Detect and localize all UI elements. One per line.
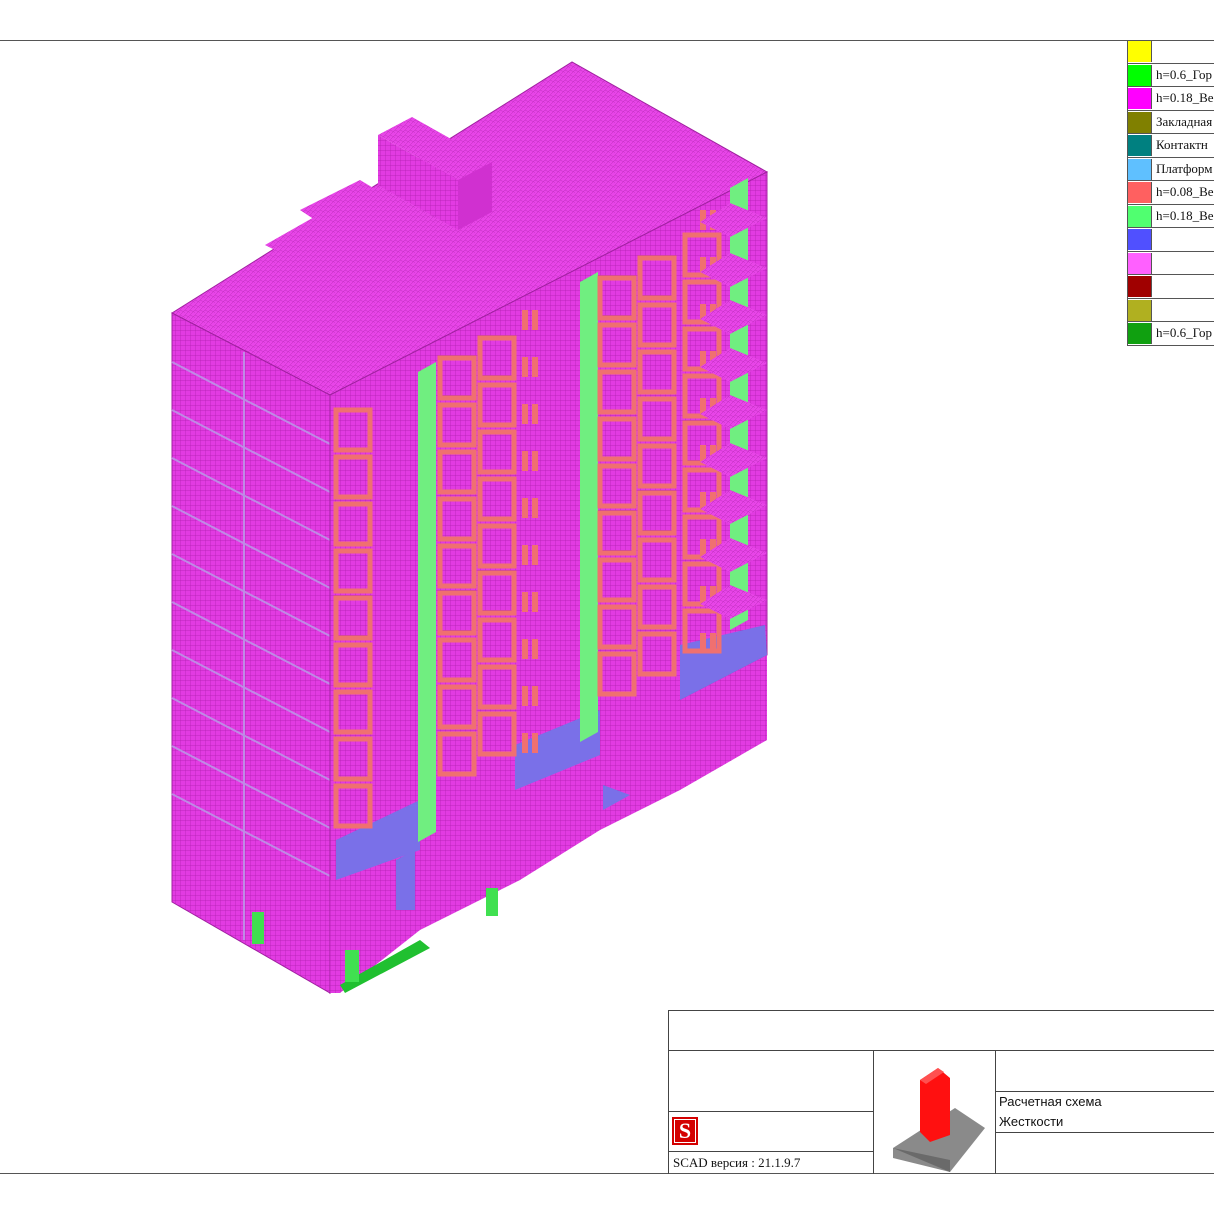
legend-swatch [1128, 299, 1152, 321]
small-window [522, 639, 528, 659]
legend-label: h=0.08_Ве [1156, 184, 1214, 199]
legend-item [1128, 252, 1214, 275]
small-window [700, 633, 706, 653]
scad-logo-icon: S [672, 1117, 698, 1145]
small-window [532, 592, 538, 612]
thumbnail-building-icon [893, 1068, 985, 1172]
legend-swatch [1128, 88, 1152, 109]
small-window [532, 686, 538, 706]
small-window [522, 545, 528, 565]
legend-swatch [1128, 111, 1152, 133]
small-window [532, 310, 538, 330]
left-facade [171, 312, 331, 994]
building-model [170, 61, 769, 995]
small-window [532, 498, 538, 518]
legend: h=0.6_Гор h=0.18_Ве Закладная Контактн Платф… [1127, 40, 1214, 346]
legend-item [1128, 275, 1214, 299]
legend-item [1128, 228, 1214, 252]
stiffness-caption: Жесткости [999, 1114, 1064, 1129]
blue-recess-2 [396, 850, 415, 910]
small-window [522, 404, 528, 424]
legend-item [1128, 40, 1214, 64]
legend-item [1128, 299, 1214, 322]
small-window [532, 733, 538, 753]
legend-item: Закладная [1128, 111, 1214, 134]
small-window [710, 633, 716, 653]
legend-swatch [1128, 276, 1152, 297]
legend-swatch [1128, 323, 1152, 344]
legend-swatch [1128, 229, 1152, 250]
legend-swatch [1128, 252, 1152, 274]
small-window [532, 545, 538, 565]
legend-swatch [1128, 205, 1152, 227]
base-green-door-2 [345, 950, 359, 982]
base-green-door-3 [486, 888, 498, 916]
legend-item: h=0.08_Ве [1128, 181, 1214, 205]
legend-item: h=0.6_Гор [1128, 322, 1214, 346]
small-window [522, 451, 528, 471]
legend-item: h=0.18_Ве [1128, 87, 1214, 111]
small-window [522, 592, 528, 612]
small-window [522, 686, 528, 706]
small-window [532, 451, 538, 471]
legend-label: h=0.18_Ве [1156, 90, 1214, 105]
legend-item: Платформ [1128, 158, 1214, 181]
drawing-canvas [0, 40, 1214, 1174]
legend-swatch [1128, 135, 1152, 156]
small-window [532, 404, 538, 424]
small-window [522, 498, 528, 518]
legend-swatch [1128, 41, 1152, 62]
base-green-door-1 [252, 912, 264, 944]
legend-label: h=0.6_Гор [1156, 325, 1212, 340]
legend-swatch [1128, 158, 1152, 180]
legend-label: h=0.18_Ве [1156, 207, 1214, 223]
small-window [532, 357, 538, 377]
small-window [522, 310, 528, 330]
legend-item: h=0.18_Ве [1128, 205, 1214, 228]
legend-label: Закладная [1156, 113, 1213, 129]
legend-swatch [1128, 64, 1152, 86]
scad-version-label: SCAD версия : 21.1.9.7 [673, 1155, 801, 1170]
legend-label: h=0.6_Гор [1156, 66, 1212, 82]
small-window [522, 357, 528, 377]
small-window [532, 639, 538, 659]
legend-item: Контактн [1128, 134, 1214, 158]
legend-label: Платформ [1156, 160, 1213, 176]
legend-label: Контактн [1156, 137, 1208, 152]
legend-item: h=0.6_Гор [1128, 64, 1214, 87]
small-window [522, 733, 528, 753]
scheme-caption: Расчетная схема [999, 1094, 1102, 1109]
legend-swatch [1128, 182, 1152, 203]
